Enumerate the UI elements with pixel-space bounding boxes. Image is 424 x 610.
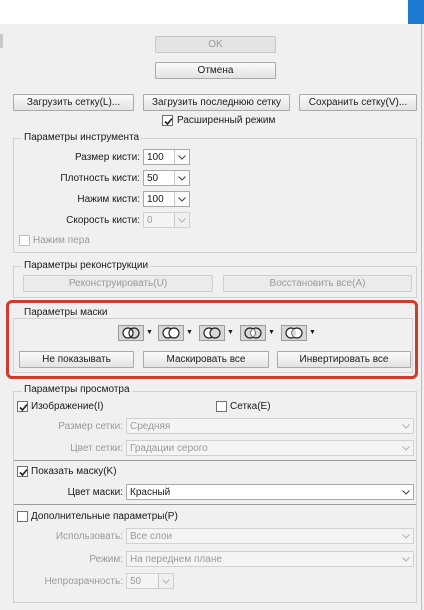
mesh-size-label: Размер сетки: [58,421,123,432]
chevron-down-icon[interactable] [174,150,189,164]
view-options-separator-1 [14,460,416,461]
chevron-down-icon[interactable] [398,441,413,455]
opacity-value: 50 [130,575,142,587]
show-mask-checkbox[interactable] [17,466,28,477]
show-mesh-checkbox[interactable] [216,401,227,412]
load-last-mesh-button[interactable]: Загрузить последнюю сетку [143,94,290,111]
cancel-button[interactable]: Отмена [155,62,276,79]
mask-options-highlight [6,300,418,379]
left-edge-mark [0,34,3,48]
ok-button[interactable]: OK [155,36,276,53]
mode-select[interactable]: На переднем плане [126,551,414,567]
chevron-down-icon[interactable] [398,552,413,566]
opacity-label: Непрозрачность: [44,576,123,587]
mask-color-select[interactable]: Красный [126,484,414,500]
chevron-down-icon[interactable] [174,192,189,206]
view-options-title: Параметры просмотра [22,384,132,395]
mesh-color-label: Цвет сетки: [70,443,123,454]
mesh-color-value: Градации серого [130,442,208,454]
use-label: Использовать: [55,531,123,542]
show-mask-label: Показать маску(K) [31,466,117,477]
advanced-mode-label: Расширенный режим [177,115,276,126]
mesh-color-select[interactable]: Градации серого [126,440,414,456]
brush-pressure-field[interactable]: 100 [143,191,190,207]
brush-size-value: 100 [147,151,164,163]
checkmark-icon [19,403,28,412]
mask-color-value: Красный [130,486,171,498]
checkmark-icon [164,117,173,126]
stylus-pressure-label: Нажим пера [33,235,90,246]
window-accent-strip [408,0,424,24]
mesh-size-value: Средняя [130,420,171,432]
save-mesh-button[interactable]: Сохранить сетку(V)... [299,94,417,111]
reconstruct-options-title: Параметры реконструкции [22,260,151,271]
chevron-down-icon[interactable] [398,529,413,543]
window-top-strip [0,0,424,24]
reconstruct-button[interactable]: Реконструировать(U) [23,275,213,292]
checkmark-icon [19,468,28,477]
mesh-size-select[interactable]: Средняя [126,418,414,434]
stylus-pressure-checkbox[interactable] [19,235,30,246]
restore-all-button[interactable]: Восстановить все(A) [223,275,412,292]
chevron-down-icon[interactable] [174,213,189,227]
brush-density-field[interactable]: 50 [143,170,190,186]
brush-rate-label: Скорость кисти: [66,215,140,226]
brush-pressure-value: 100 [147,193,164,205]
brush-density-label: Плотность кисти: [60,173,140,184]
brush-size-field[interactable]: 100 [143,149,190,165]
chevron-down-icon[interactable] [158,574,173,588]
brush-pressure-label: Нажим кисти: [77,194,140,205]
show-mesh-label: Сетка(E) [230,401,271,412]
brush-density-value: 50 [147,172,159,184]
show-image-label: Изображение(I) [31,401,104,412]
use-value: Все слои [130,530,173,542]
chevron-down-icon[interactable] [398,419,413,433]
chevron-down-icon[interactable] [174,171,189,185]
brush-rate-value: 0 [147,214,153,226]
show-backdrop-label: Дополнительные параметры(P) [31,511,178,522]
use-select[interactable]: Все слои [126,528,414,544]
show-image-checkbox[interactable] [17,401,28,412]
view-options-separator-2 [14,504,416,505]
tool-options-title: Параметры инструмента [22,132,142,143]
mode-value: На переднем плане [130,553,222,565]
opacity-field[interactable]: 50 [126,573,174,589]
load-mesh-button[interactable]: Загрузить сетку(L)... [13,94,134,111]
chevron-down-icon[interactable] [398,485,413,499]
brush-size-label: Размер кисти: [74,152,140,163]
right-edge-line [421,24,422,610]
advanced-mode-checkbox[interactable] [162,115,173,126]
mask-color-label: Цвет маски: [67,487,123,498]
brush-rate-field[interactable]: 0 [143,212,190,228]
mode-label: Режим: [89,554,123,565]
show-backdrop-checkbox[interactable] [17,511,28,522]
